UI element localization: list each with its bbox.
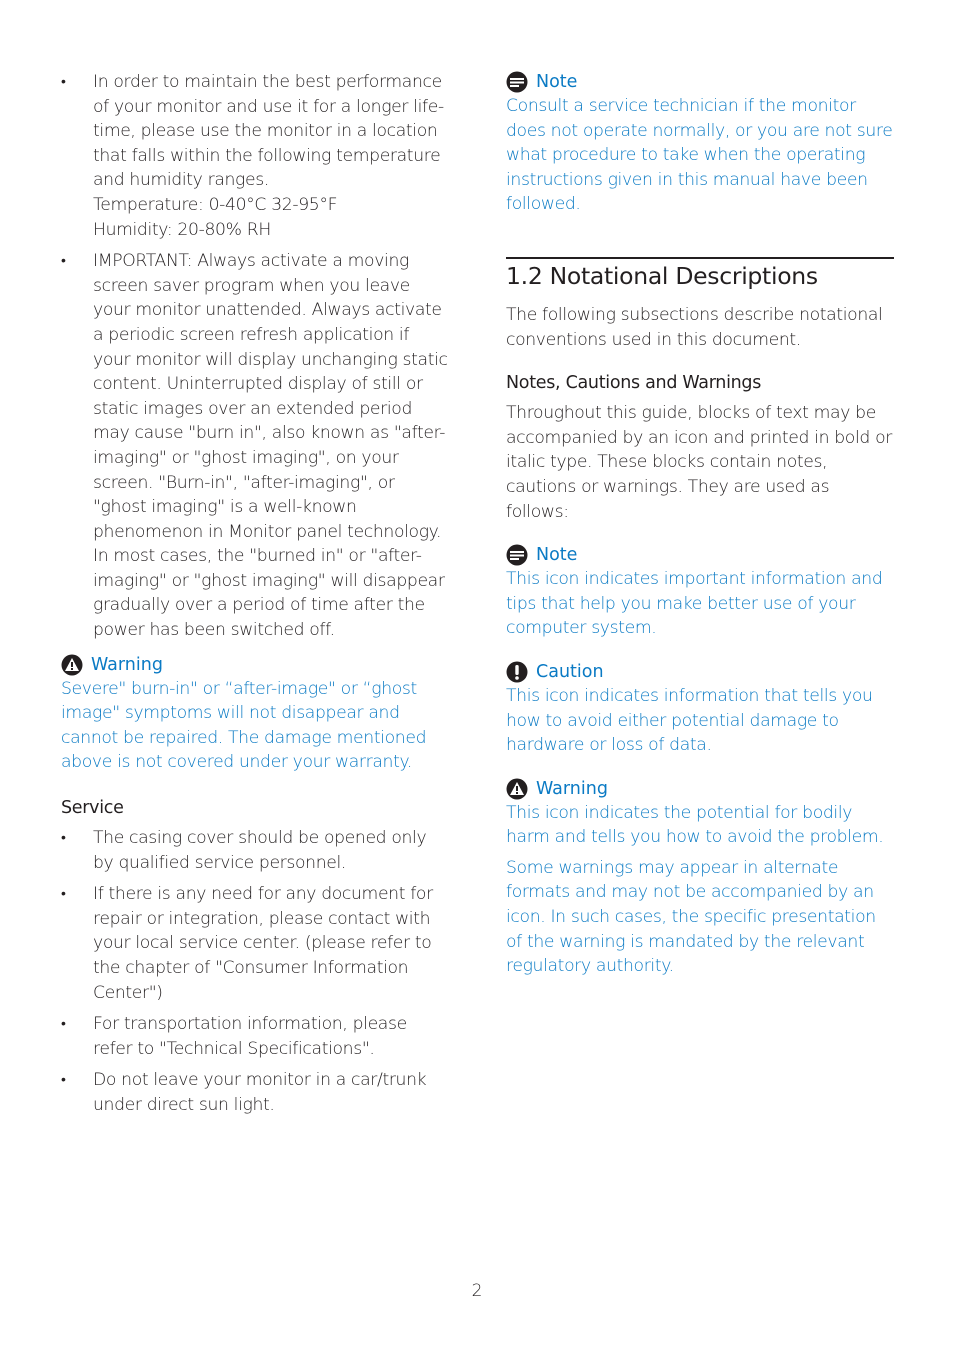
section-intro: The following subsections describe notat… [506, 304, 883, 350]
section-title: 1.2 Notational Descriptions [506, 261, 818, 290]
warning-text-secondary: Some warnings may appear in alternate fo… [506, 857, 876, 977]
caution-title: Caution [506, 660, 894, 684]
warning-triangle-icon [61, 654, 83, 676]
note-text: Consult a service technician if the moni… [506, 96, 893, 215]
left-column: In order to maintain the best performanc… [61, 70, 451, 1125]
temperature-range: Temperature: 0-40°C 32-95°F [93, 194, 338, 215]
caution-text: This icon indicates information that tel… [506, 685, 873, 756]
note-text: This icon indicates important informatio… [506, 569, 883, 639]
note-icon [506, 544, 528, 566]
section-divider [506, 256, 894, 259]
note-title: Note [506, 543, 894, 567]
warning-text: This icon indicates the potential for bo… [506, 802, 884, 848]
service-bullet-list: The casing cover should be opened only b… [61, 826, 451, 1118]
note-title-text: Note [536, 72, 578, 92]
note-callout: Note This icon indicates important infor… [506, 543, 894, 641]
notes-cautions-warnings-heading: Notes, Cautions and Warnings [506, 373, 762, 394]
list-item: Do not leave your monitor in a car/trunk… [61, 1068, 451, 1117]
note-callout-top: Note Consult a service technician if the… [506, 70, 894, 217]
caution-title-text: Caution [536, 661, 604, 682]
list-item: In order to maintain the best performanc… [61, 70, 451, 242]
service-section: Service The casing cover should be opene… [61, 796, 451, 1118]
note-title: Note [506, 70, 894, 94]
warning-text: Severe" burn-in" or “after-image" or “gh… [61, 678, 427, 773]
note-title-text: Note [536, 545, 578, 566]
caution-callout: Caution This icon indicates information … [506, 660, 894, 758]
service-heading: Service [61, 798, 124, 819]
warning-title-text: Warning [536, 778, 608, 799]
intro-bullet-list: In order to maintain the best performanc… [61, 70, 451, 643]
section-body: Throughout this guide, blocks of text ma… [506, 403, 892, 522]
warning-title: Warning [506, 777, 894, 801]
humidity-range: Humidity: 20-80% RH [93, 219, 271, 240]
right-column: Note Consult a service technician if the… [506, 70, 894, 979]
warning-triangle-icon [506, 778, 528, 800]
note-icon [506, 71, 528, 93]
list-item: IMPORTANT: Always activate a moving scre… [61, 249, 451, 643]
warning-title-text: Warning [91, 654, 163, 675]
caution-icon [506, 661, 528, 683]
page-number: 2 [471, 1281, 483, 1301]
list-item: The casing cover should be opened only b… [61, 826, 451, 875]
list-item: For transportation information, please r… [61, 1012, 451, 1061]
warning-callout: Warning This icon indicates the potentia… [506, 777, 894, 979]
list-item: If there is any need for any document fo… [61, 882, 451, 1005]
warning-callout: Warning Severe" burn-in" or “after-image… [61, 653, 451, 775]
warning-title: Warning [61, 653, 451, 677]
environment-text: In order to maintain the best performanc… [93, 72, 444, 191]
